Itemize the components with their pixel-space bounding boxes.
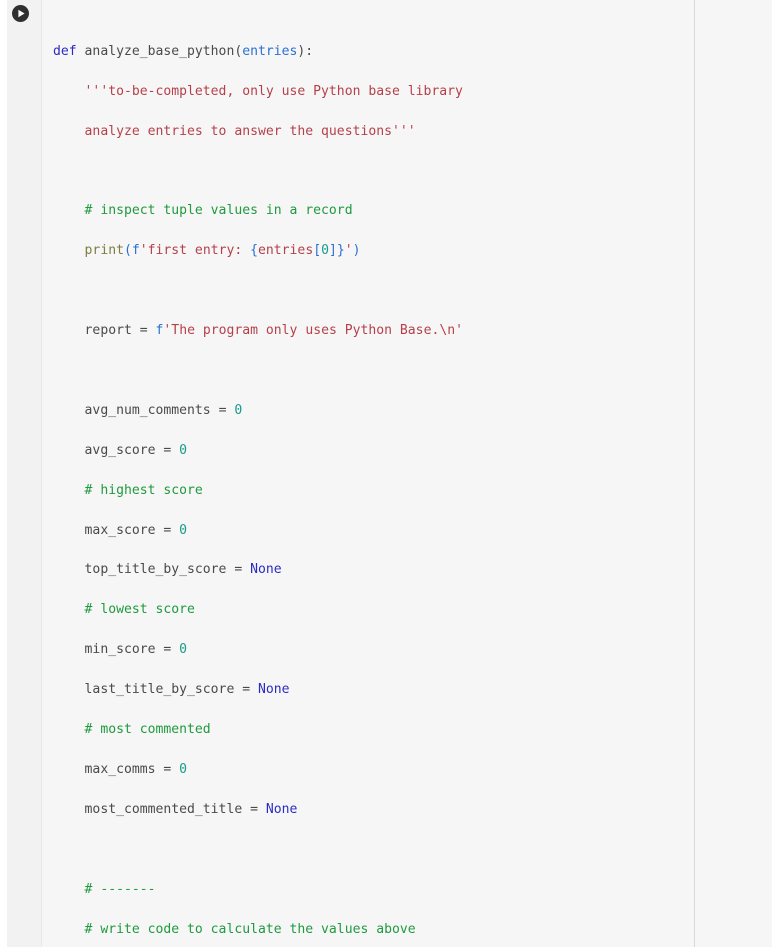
code-line[interactable]: max_score = 0 [42,521,772,541]
code-line[interactable]: top_title_by_score = None [42,560,772,580]
code-line[interactable]: analyze entries to answer the questions'… [42,122,772,142]
code-line[interactable]: print(f'first entry: {entries[0]}') [42,241,772,261]
code-line[interactable]: last_title_by_score = None [42,680,772,700]
code-line[interactable] [42,162,772,182]
code-line[interactable]: max_comms = 0 [42,760,772,780]
code-line[interactable]: most_commented_title = None [42,800,772,820]
code-cell-screen: def analyze_base_python(entries): '''to-… [0,0,772,947]
code-line[interactable]: # highest score [42,481,772,501]
code-line[interactable]: min_score = 0 [42,640,772,660]
code-line[interactable]: def analyze_base_python(entries): [42,42,772,62]
code-line[interactable]: # inspect tuple values in a record [42,201,772,221]
code-surface[interactable]: def analyze_base_python(entries): '''to-… [42,0,772,947]
code-line[interactable]: '''to-be-completed, only use Python base… [42,82,772,102]
code-line[interactable]: avg_score = 0 [42,441,772,461]
code-line[interactable]: # most commented [42,720,772,740]
code-editor[interactable]: def analyze_base_python(entries): '''to-… [42,0,772,947]
code-text[interactable]: def analyze_base_python(entries): '''to-… [42,0,772,947]
code-line[interactable]: # ------- [42,880,772,900]
code-line[interactable] [42,281,772,301]
code-line[interactable]: # write code to calculate the values abo… [42,920,772,940]
code-line[interactable]: # lowest score [42,600,772,620]
code-line[interactable]: report = f'The program only uses Python … [42,321,772,341]
run-cell-button[interactable] [12,5,29,22]
code-line[interactable]: avg_num_comments = 0 [42,401,772,421]
editor-gutter [7,0,42,947]
code-line[interactable] [42,840,772,860]
code-line[interactable] [42,361,772,381]
